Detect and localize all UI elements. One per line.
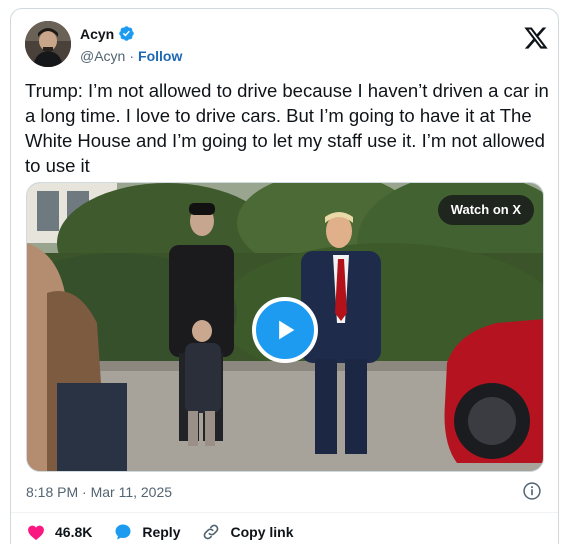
like-button[interactable]: 46.8K	[26, 522, 92, 542]
play-button[interactable]	[252, 297, 318, 363]
play-icon	[279, 320, 295, 340]
tweet-actions: 46.8K Reply Copy link	[26, 519, 315, 544]
actions-divider	[11, 512, 558, 513]
author-display-name[interactable]: Acyn	[80, 26, 114, 42]
reply-label: Reply	[142, 524, 181, 540]
link-icon	[204, 524, 219, 540]
reply-button[interactable]: Reply	[113, 522, 180, 542]
author-handle[interactable]: @Acyn	[80, 48, 125, 64]
info-icon[interactable]	[522, 481, 542, 501]
handle-separator: ·	[129, 48, 135, 64]
like-count: 46.8K	[55, 524, 93, 540]
verified-badge-icon	[119, 26, 134, 41]
heart-icon	[28, 525, 44, 540]
follow-button[interactable]: Follow	[138, 48, 182, 64]
tweet-timestamp[interactable]: 8:18 PM · Mar 11, 2025	[26, 484, 172, 500]
tweet-text: Trump: I’m not allowed to drive because …	[25, 80, 554, 176]
reply-bubble-icon	[115, 524, 131, 540]
video-player[interactable]: Watch on X	[26, 182, 544, 472]
copy-link-label: Copy link	[230, 524, 294, 540]
watch-on-x-button[interactable]: Watch on X	[437, 195, 534, 225]
copy-link-button[interactable]: Copy link	[201, 522, 294, 542]
tweet-header: Acyn @Acyn · Follow	[25, 21, 548, 69]
avatar[interactable]	[25, 21, 71, 67]
x-logo-icon[interactable]	[523, 25, 549, 51]
tweet-embed-card[interactable]: Acyn @Acyn · Follow Trump: I’m not allow…	[10, 8, 559, 544]
